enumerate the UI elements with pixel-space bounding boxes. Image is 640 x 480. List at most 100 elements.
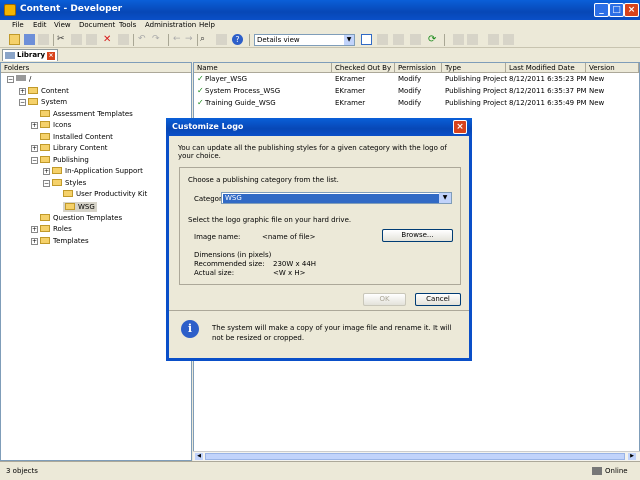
- refresh-icon[interactable]: ⟳: [428, 34, 439, 45]
- menu-document[interactable]: Document: [79, 21, 115, 29]
- dialog-close-button[interactable]: ×: [453, 120, 467, 134]
- browse-button[interactable]: Browse...: [382, 229, 453, 242]
- tree-root[interactable]: − /: [7, 75, 31, 83]
- select-logo-label: Select the logo graphic file on your har…: [188, 216, 352, 224]
- menu-edit[interactable]: Edit: [33, 21, 47, 29]
- cut-icon[interactable]: ✂: [57, 34, 68, 45]
- tree-item-roles[interactable]: + Roles: [31, 225, 72, 233]
- folder-icon: [52, 179, 62, 186]
- close-tab-icon[interactable]: ×: [47, 52, 55, 60]
- print-icon[interactable]: [38, 34, 49, 45]
- split-view-icon[interactable]: [393, 34, 404, 45]
- properties-icon[interactable]: [118, 34, 129, 45]
- actual-size-value: <W x H>: [273, 269, 306, 277]
- actual-size-label: Actual size:: [194, 269, 235, 277]
- menu-file[interactable]: File: [12, 21, 24, 29]
- checked-out-icon: ✓: [197, 86, 204, 95]
- check-out-icon[interactable]: [467, 34, 478, 45]
- tab-strip: Library ×: [0, 48, 640, 61]
- redo-icon[interactable]: ↷: [152, 34, 163, 45]
- folder-icon: [40, 225, 50, 232]
- tab-library-label: Library: [17, 51, 46, 59]
- list-view-icon[interactable]: [377, 34, 388, 45]
- ok-button[interactable]: OK: [363, 293, 406, 306]
- save-icon[interactable]: [24, 34, 35, 45]
- details-view-icon[interactable]: [361, 34, 372, 45]
- choose-category-label: Choose a publishing category from the li…: [188, 176, 339, 184]
- chevron-down-icon: ▼: [439, 193, 451, 203]
- tree-item-templates[interactable]: + Templates: [31, 237, 89, 245]
- folder-icon: [40, 156, 50, 163]
- publish-icon[interactable]: [488, 34, 499, 45]
- horizontal-scrollbar[interactable]: ◀ ▶: [193, 451, 640, 461]
- cancel-button[interactable]: Cancel: [415, 293, 461, 306]
- new-folder-icon[interactable]: [9, 34, 20, 45]
- back-icon[interactable]: ←: [173, 34, 184, 45]
- find-icon[interactable]: ⌕: [200, 34, 211, 45]
- layout-icon[interactable]: [410, 34, 421, 45]
- image-name-label: Image name:: [194, 233, 241, 241]
- connection-icon: [592, 467, 602, 475]
- scroll-right-icon[interactable]: ▶: [628, 453, 636, 460]
- menu-view[interactable]: View: [54, 21, 71, 29]
- status-online: Online: [605, 467, 628, 475]
- folders-pane: Folders − / + Content − System Assessment T…: [0, 62, 192, 461]
- column-header-name[interactable]: Name: [194, 63, 332, 73]
- menu-help[interactable]: Help: [199, 21, 215, 29]
- tree-item-library-content[interactable]: + Library Content: [31, 144, 108, 152]
- toolbar: ✂ ✕ ↶ ↷ ← → ⌕ ? Details view ▼ ⟳: [0, 31, 640, 48]
- info-text: The system will make a copy of your imag…: [212, 324, 452, 342]
- paste-icon[interactable]: [86, 34, 97, 45]
- folder-icon: [40, 133, 50, 140]
- scroll-thumb[interactable]: [205, 453, 625, 460]
- maximize-button[interactable]: □: [609, 3, 624, 17]
- minimize-button[interactable]: _: [594, 3, 609, 17]
- menu-bar: File Edit View Document Tools Administra…: [0, 20, 640, 31]
- tree-item-styles[interactable]: − Styles: [43, 179, 86, 187]
- column-header-last-modified[interactable]: Last Modified Date: [506, 63, 586, 73]
- tree-item-content[interactable]: + Content: [19, 87, 69, 95]
- column-header-type[interactable]: Type: [442, 63, 506, 73]
- check-in-icon[interactable]: [453, 34, 464, 45]
- forward-icon[interactable]: →: [185, 34, 196, 45]
- column-header-checked-out-by[interactable]: Checked Out By: [332, 63, 395, 73]
- column-header-version[interactable]: Version: [586, 63, 639, 73]
- tree-item-wsg[interactable]: WSG: [63, 202, 97, 212]
- folder-icon: [28, 87, 38, 94]
- column-header-permission[interactable]: Permission: [395, 63, 442, 73]
- folders-header: Folders: [1, 63, 191, 73]
- undo-icon[interactable]: ↶: [138, 34, 149, 45]
- category-select-value: WSG: [223, 194, 439, 203]
- tree-item-question-templates[interactable]: Question Templates: [40, 214, 122, 222]
- tab-library[interactable]: Library ×: [2, 49, 58, 61]
- folder-icon: [40, 110, 50, 117]
- help-icon[interactable]: ?: [232, 34, 243, 45]
- tree-item-icons[interactable]: + Icons: [31, 121, 71, 129]
- library-icon: [5, 52, 15, 59]
- menu-tools[interactable]: Tools: [119, 21, 136, 29]
- image-name-value: <name of file>: [262, 233, 316, 241]
- tree-item-user-productivity-kit[interactable]: User Productivity Kit: [63, 190, 147, 198]
- preview-icon[interactable]: [503, 34, 514, 45]
- category-select[interactable]: WSG ▼: [221, 192, 452, 204]
- info-icon: i: [181, 320, 199, 338]
- view-select[interactable]: Details view ▼: [254, 34, 355, 46]
- folder-icon: [40, 144, 50, 151]
- tree-item-installed-content[interactable]: Installed Content: [40, 133, 113, 141]
- close-button[interactable]: ×: [624, 3, 639, 17]
- menu-administration[interactable]: Administration: [145, 21, 196, 29]
- folder-icon: [40, 121, 50, 128]
- status-bar: 3 objects Online: [0, 461, 640, 480]
- dialog-title: Customize Logo: [166, 118, 472, 136]
- copy-icon[interactable]: [71, 34, 82, 45]
- view-select-value: Details view: [257, 36, 300, 44]
- filter-icon[interactable]: [216, 34, 227, 45]
- delete-icon[interactable]: ✕: [103, 34, 114, 45]
- app-icon: [4, 4, 16, 16]
- tree-item-system[interactable]: − System: [19, 98, 67, 106]
- recommended-size-label: Recommended size:: [194, 260, 265, 268]
- scroll-left-icon[interactable]: ◀: [195, 453, 203, 460]
- tree-item-in-application-support[interactable]: + In-Application Support: [43, 167, 143, 175]
- tree-item-assessment-templates[interactable]: Assessment Templates: [40, 110, 133, 118]
- tree-item-publishing[interactable]: − Publishing: [31, 156, 89, 164]
